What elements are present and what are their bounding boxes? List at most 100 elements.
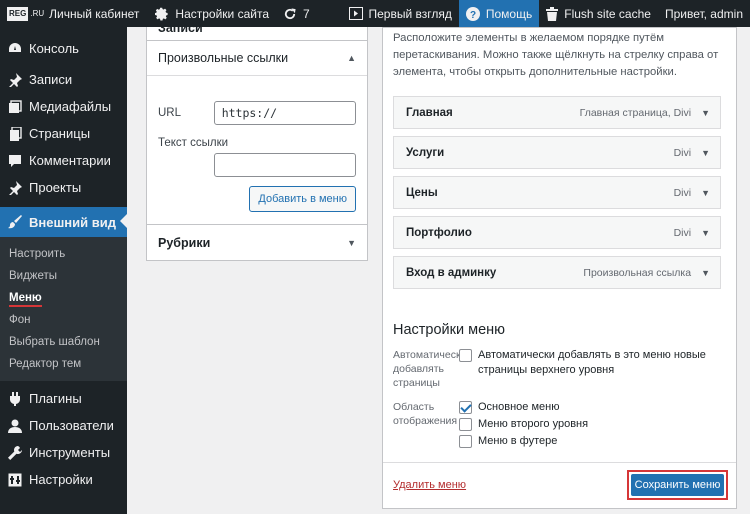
sidebar-item-projects[interactable]: Проекты — [0, 174, 127, 201]
expand-arrow-down-icon[interactable]: ▼ — [347, 238, 356, 248]
sidebar-item-label: Записи — [29, 72, 73, 87]
gear-icon — [155, 7, 169, 20]
site-settings-label: Настройки сайта — [175, 6, 269, 21]
brush-icon — [8, 215, 22, 229]
delete-menu-link[interactable]: Удалить меню — [393, 479, 466, 491]
menu-item-title: Цены — [406, 186, 438, 199]
submenu-themes[interactable]: Выбрать шаблон — [0, 331, 127, 353]
help-icon: ? — [465, 6, 480, 21]
link-text-input[interactable] — [213, 153, 356, 177]
location-secondary[interactable]: Меню второго уровня — [459, 417, 588, 432]
sidebar-item-appearance[interactable]: Внешний вид — [0, 207, 127, 237]
chevron-down-icon[interactable]: ▼ — [701, 228, 710, 238]
display-location-label: Область отображения — [393, 401, 458, 427]
reg-logo: REG — [7, 6, 29, 21]
greeting-label: Привет, admin — [664, 6, 743, 21]
sidebar-item-label: Страницы — [29, 126, 91, 141]
save-menu-button[interactable]: Сохранить меню — [631, 474, 724, 496]
help-label: Помощь — [485, 6, 533, 21]
sidebar-item-tools[interactable]: Инструменты — [0, 439, 127, 466]
pin-icon — [8, 180, 22, 195]
menu-instructions: Расположите элементы в желаемом порядке … — [393, 32, 719, 78]
menu-item-title: Портфолио — [406, 226, 472, 239]
add-to-menu-row: Добавить в меню — [147, 186, 367, 212]
submenu-theme-editor[interactable]: Редактор тем — [0, 353, 127, 375]
admin-sidebar: Консоль Записи Медиафайлы Страницы Комме… — [0, 27, 127, 514]
menu-item-type: Divi — [673, 186, 692, 199]
auto-add-option-label: Автоматически добавлять в это меню новые… — [478, 349, 706, 376]
menu-item-services[interactable]: Услуги Divi ▼ — [393, 136, 721, 169]
checkbox-checked-icon[interactable] — [459, 401, 472, 414]
categories-header[interactable]: Рубрики ▼ — [147, 225, 367, 260]
menu-item-type: Произвольная ссылка — [583, 266, 692, 279]
url-row: URL https:// — [147, 101, 367, 125]
cabinet-link[interactable]: REG .RU Личный кабинет — [0, 0, 146, 27]
posts-accordion-title: Записи — [158, 27, 203, 35]
location-footer[interactable]: Меню в футере — [459, 434, 557, 449]
sidebar-item-label: Консоль — [29, 41, 79, 56]
categories-title: Рубрики — [158, 235, 211, 250]
chevron-down-icon[interactable]: ▼ — [701, 188, 710, 198]
sidebar-item-users[interactable]: Пользователи — [0, 412, 127, 439]
refresh-icon — [284, 7, 296, 19]
location-secondary-checkbox[interactable] — [459, 418, 472, 431]
add-menu-items-panel: Записи Произвольные ссылки ▲ URL https:/… — [146, 27, 368, 261]
sidebar-item-plugins[interactable]: Плагины — [0, 385, 127, 412]
location-primary-label: Основное меню — [478, 401, 560, 413]
submenu-background[interactable]: Фон — [0, 309, 127, 331]
sidebar-item-label: Медиафайлы — [29, 99, 112, 114]
menu-item-admin-login[interactable]: Вход в админку Произвольная ссылка ▼ — [393, 256, 721, 289]
submenu-widgets[interactable]: Виджеты — [0, 265, 127, 287]
reg-logo-suffix: .RU — [30, 9, 45, 18]
settings-icon — [8, 473, 22, 487]
menu-item-home[interactable]: Главная Главная страница, Divi ▼ — [393, 96, 721, 129]
add-to-menu-button[interactable]: Добавить в меню — [249, 186, 356, 212]
posts-accordion-cut[interactable]: Записи — [146, 27, 368, 41]
submenu-menus-label: Меню — [9, 292, 42, 307]
url-input[interactable]: https:// — [213, 101, 356, 125]
menu-item-type: Главная страница, Divi — [579, 106, 692, 119]
account-greeting[interactable]: Привет, admin — [658, 0, 750, 27]
first-look-link[interactable]: Первый взгляд — [342, 0, 459, 27]
menu-item-prices[interactable]: Цены Divi ▼ — [393, 176, 721, 209]
chevron-down-icon[interactable]: ▼ — [701, 108, 710, 118]
menu-item-type: Divi — [673, 146, 692, 159]
location-primary[interactable]: Основное меню — [459, 400, 559, 415]
collapse-arrow-up-icon[interactable]: ▲ — [347, 53, 356, 63]
tools-icon — [8, 445, 22, 460]
location-footer-checkbox[interactable] — [459, 435, 472, 448]
flush-cache-link[interactable]: Flush site cache — [539, 0, 658, 27]
auto-add-checkbox[interactable] — [459, 349, 472, 362]
sidebar-item-label: Инструменты — [29, 445, 111, 460]
submenu-menus[interactable]: Меню — [0, 287, 127, 309]
dashboard-icon — [8, 42, 22, 56]
users-icon — [8, 419, 22, 433]
auto-add-option[interactable]: Автоматически добавлять в это меню новые… — [459, 348, 719, 378]
first-look-label: Первый взгляд — [368, 6, 452, 21]
sidebar-item-console[interactable]: Консоль — [0, 35, 127, 62]
menu-item-portfolio[interactable]: Портфолио Divi ▼ — [393, 216, 721, 249]
menu-items-list: Главная Главная страница, Divi ▼ Услуги … — [383, 81, 736, 289]
chevron-down-icon[interactable]: ▼ — [701, 148, 710, 158]
site-settings-link[interactable]: Настройки сайта — [148, 0, 276, 27]
menu-settings-title: Настройки меню — [393, 322, 506, 338]
updates-count: 7 — [303, 6, 310, 21]
flush-cache-label: Flush site cache — [564, 6, 651, 21]
chevron-down-icon[interactable]: ▼ — [701, 268, 710, 278]
submenu-customize[interactable]: Настроить — [0, 243, 127, 265]
help-link[interactable]: ? Помощь — [458, 0, 540, 27]
comments-icon — [8, 154, 22, 168]
sidebar-item-pages[interactable]: Страницы — [0, 120, 127, 147]
plugin-icon — [8, 391, 22, 406]
sidebar-item-comments[interactable]: Комментарии — [0, 147, 127, 174]
sidebar-item-settings[interactable]: Настройки — [0, 466, 127, 493]
sidebar-item-label: Комментарии — [29, 153, 111, 168]
link-text-label: Текст ссылки — [158, 137, 229, 149]
updates-link[interactable]: 7 — [276, 0, 317, 27]
pages-icon — [8, 126, 22, 141]
sidebar-item-posts[interactable]: Записи — [0, 66, 127, 93]
admin-bar: REG .RU Личный кабинет Настройки сайта 7… — [0, 0, 750, 27]
custom-links-header[interactable]: Произвольные ссылки ▲ — [147, 41, 367, 76]
sidebar-item-media[interactable]: Медиафайлы — [0, 93, 127, 120]
cabinet-label: Личный кабинет — [49, 6, 140, 21]
